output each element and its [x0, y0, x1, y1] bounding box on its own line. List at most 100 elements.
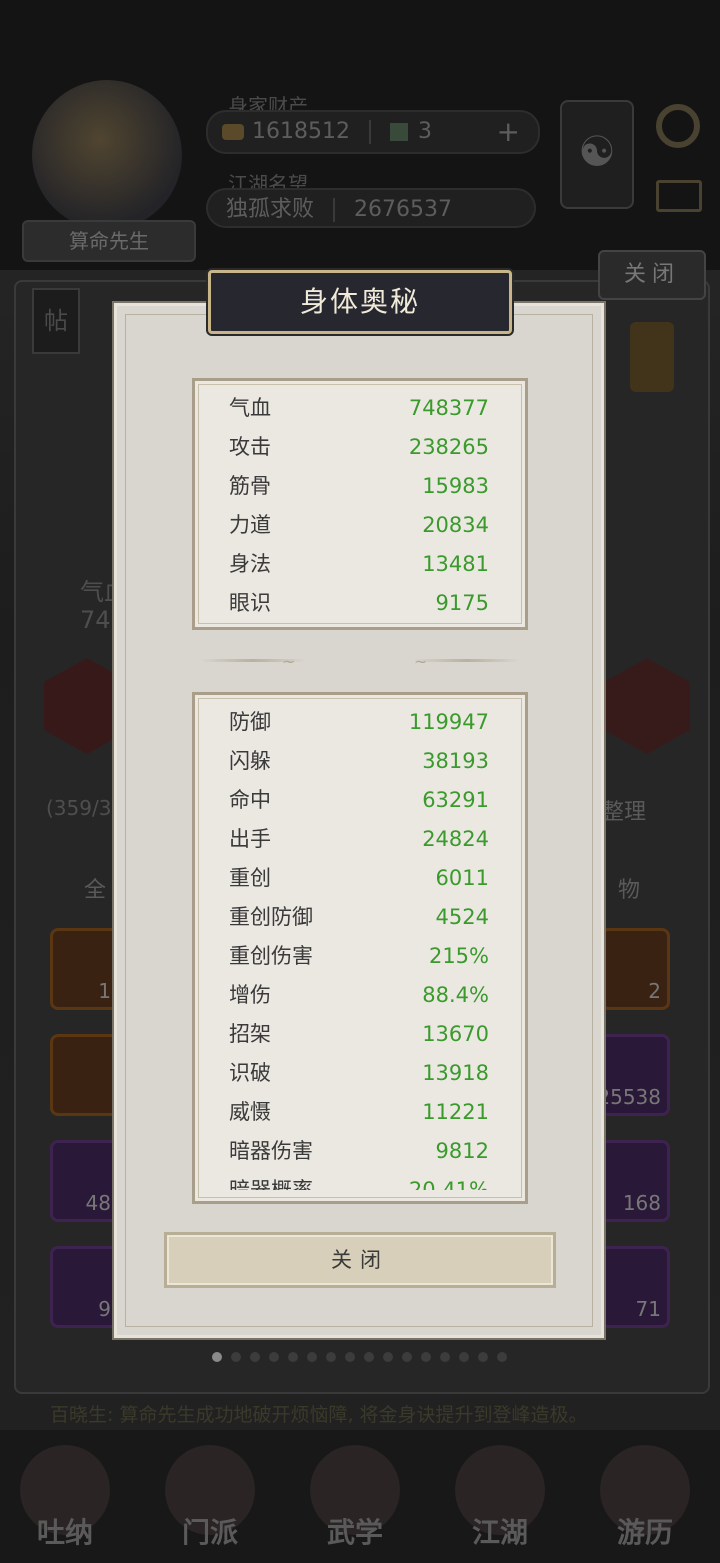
stat-name: 招架 [229, 1022, 271, 1046]
avatar-name: 算命先生 [22, 220, 196, 262]
stat-value: 6011 [435, 866, 489, 890]
stat-value: 88.4% [422, 983, 489, 1007]
stat-name: 身法 [229, 552, 271, 576]
stat-name: 暗器伤害 [229, 1139, 313, 1163]
stat-value: 20.41% [408, 1178, 489, 1190]
item-slot[interactable]: 25538 [597, 1034, 670, 1116]
stat-name: 闪躲 [229, 749, 271, 773]
side-qi-value: 74 [80, 606, 111, 634]
item-slot[interactable]: 71 [600, 1246, 670, 1328]
stat-name: 筋骨 [229, 474, 271, 498]
gear-icon[interactable] [656, 104, 700, 148]
gold-icon [222, 124, 244, 140]
stat-row: 招架 13670 [195, 1015, 525, 1054]
stat-name: 出手 [229, 827, 271, 851]
pendant-icon[interactable] [630, 322, 674, 392]
secondary-stats-box[interactable]: 防御 119947 闪躲 38193 命中 63291 出手 24824 重创 6011 重创防御 4… [192, 692, 528, 1204]
stat-name: 重创 [229, 866, 271, 890]
stat-row: 闪躲 38193 [195, 742, 525, 781]
nav-travel[interactable]: 游历 [590, 1445, 700, 1555]
item-count: 71 [635, 1297, 661, 1321]
page-indicator [212, 1347, 516, 1366]
stat-name: 增伤 [229, 983, 271, 1007]
taiji-icon[interactable]: ☯ [560, 100, 634, 209]
organize-button[interactable]: 整理 [602, 794, 646, 826]
dialog-title-plate: 身体奥秘 [208, 270, 512, 334]
stat-value: 63291 [422, 788, 489, 812]
item-slot[interactable] [50, 1034, 120, 1116]
item-slot[interactable]: 9 [50, 1246, 120, 1328]
item-slot[interactable]: 48 [50, 1140, 120, 1222]
item-count: 2 [648, 979, 661, 1003]
secondary-stats-scroll[interactable]: 防御 119947 闪躲 38193 命中 63291 出手 24824 重创 6011 重创防御 4… [195, 703, 525, 1190]
stat-name: 攻击 [229, 435, 271, 459]
nav-jianghu[interactable]: 江湖 [445, 1445, 555, 1555]
swirl-ornament: ~ [282, 652, 296, 671]
item-count: 9 [98, 1297, 111, 1321]
stat-name: 眼识 [229, 591, 271, 615]
dialog-title: 身体奥秘 [299, 285, 420, 318]
stat-value: 9175 [435, 591, 489, 615]
news-ticker: 百晓生: 算命先生成功地破开烦恼障, 将金身诀提升到登峰造极。 [50, 1404, 588, 1426]
filter-all-tab[interactable]: 全 [84, 872, 106, 904]
close-panel-button[interactable]: 关闭 [598, 250, 706, 300]
item-slot[interactable]: 1 [50, 928, 120, 1010]
nav-martial-arts[interactable]: 武学 [300, 1445, 410, 1555]
stat-name: 力道 [229, 513, 271, 537]
fame-bar: 独孤求败 2676537 [206, 188, 536, 228]
nav-label: 吐纳 [36, 1516, 93, 1549]
stat-value: 748377 [408, 396, 489, 420]
item-slot[interactable]: 2 [600, 928, 670, 1010]
stat-row: 命中 63291 [195, 781, 525, 820]
mail-icon[interactable] [656, 180, 702, 212]
close-button[interactable]: 关闭 [164, 1232, 556, 1288]
stat-row: 筋骨 15983 [195, 467, 525, 506]
ticket-value: 3 [417, 119, 432, 144]
stat-row: 攻击 238265 [195, 428, 525, 467]
tie-button[interactable]: 帖 [32, 288, 80, 354]
stat-value: 20834 [422, 513, 489, 537]
stat-value: 24824 [422, 827, 489, 851]
ticket-icon [389, 123, 408, 141]
stat-row: 重创 6011 [195, 859, 525, 898]
stat-row: 威慑 11221 [195, 1093, 525, 1132]
stat-value: 4524 [435, 905, 489, 929]
inventory-count: (359/38 [46, 796, 125, 820]
add-button[interactable]: + [497, 112, 520, 152]
primary-stats-box: 气血 748377 攻击 238265 筋骨 15983 力道 20834 身法 13481 眼识 9… [192, 378, 528, 630]
item-count: 48 [85, 1191, 111, 1215]
nav-label: 游历 [616, 1516, 673, 1549]
stat-name: 气血 [229, 396, 271, 420]
stat-value: 11221 [422, 1100, 489, 1124]
stat-name: 识破 [229, 1061, 271, 1085]
gold-value: 1618512 [252, 119, 350, 144]
stat-row: 力道 20834 [195, 506, 525, 545]
divider-right [414, 659, 520, 662]
stat-row: 重创伤害 215% [195, 937, 525, 976]
stat-value: 13918 [422, 1061, 489, 1085]
filter-item-tab[interactable]: 物 [618, 872, 640, 904]
nav-label: 门派 [181, 1516, 238, 1549]
item-count: 25538 [597, 1085, 661, 1109]
item-slot[interactable]: 168 [600, 1140, 670, 1222]
stat-value: 13481 [422, 552, 489, 576]
stat-name: 威慑 [229, 1100, 271, 1124]
stat-row: 气血 748377 [195, 389, 525, 428]
stat-value: 15983 [422, 474, 489, 498]
divider [368, 120, 371, 144]
stat-row: 暗器伤害 9812 [195, 1132, 525, 1171]
divider [333, 198, 336, 222]
stat-row: 出手 24824 [195, 820, 525, 859]
stat-value: 38193 [422, 749, 489, 773]
avatar[interactable] [32, 80, 182, 230]
item-count: 1 [98, 979, 111, 1003]
stat-row: 身法 13481 [195, 545, 525, 584]
nav-tuna[interactable]: 吐纳 [10, 1445, 120, 1555]
wealth-bar: 1618512 3 + [206, 110, 540, 154]
rank-title: 独孤求败 [226, 197, 315, 222]
stat-row: 重创防御 4524 [195, 898, 525, 937]
stat-name: 防御 [229, 710, 271, 734]
nav-sect[interactable]: 门派 [155, 1445, 265, 1555]
stat-name: 重创伤害 [229, 944, 313, 968]
stat-value: 238265 [408, 435, 489, 459]
